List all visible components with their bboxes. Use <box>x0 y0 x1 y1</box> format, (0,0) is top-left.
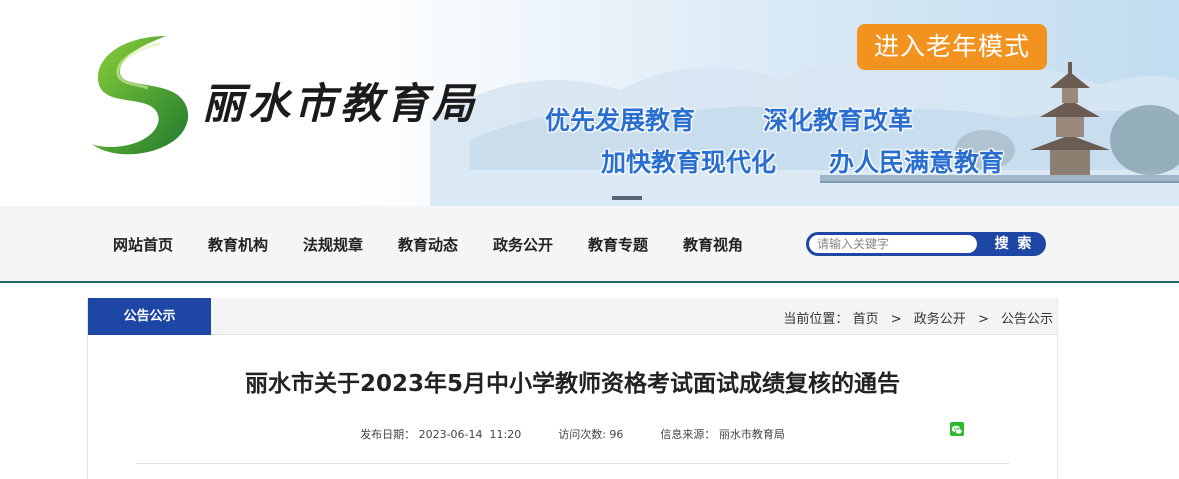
breadcrumb-prefix: 当前位置： <box>783 312 849 327</box>
article-title: 丽水市关于2023年5月中小学教师资格考试面试成绩复核的通告 <box>244 371 901 397</box>
visits-count: 96 <box>609 428 624 441</box>
breadcrumb-item-announcements[interactable]: 公告公示 <box>1001 312 1053 327</box>
slogan-4: 办人民满意教育 <box>829 148 1005 177</box>
source-label: 信息来源： <box>660 428 716 441</box>
search-button[interactable]: 搜 索 <box>982 232 1046 256</box>
breadcrumb-separator: > <box>890 312 902 327</box>
panel-header: 公告公示 当前位置： 首页 > 政务公开 > 公告公示 <box>88 298 1057 335</box>
slogan-2: 深化教育改革 <box>763 106 914 135</box>
swirl-logo-icon <box>88 32 200 160</box>
elder-mode-button[interactable]: 进入老年模式 <box>857 24 1047 70</box>
slogan-1: 优先发展教育 <box>545 106 696 135</box>
publish-date: 2023-06-14 11:20 <box>418 428 522 441</box>
nav-item-news[interactable]: 教育动态 <box>398 234 458 255</box>
nav-item-regulations[interactable]: 法规规章 <box>303 234 363 255</box>
breadcrumb-separator: > <box>977 312 989 327</box>
nav-item-perspective[interactable]: 教育视角 <box>683 234 743 255</box>
wechat-icon[interactable] <box>950 422 964 436</box>
visits-label: 访问次数: <box>558 428 606 441</box>
content-divider <box>136 463 1009 464</box>
nav-item-home[interactable]: 网站首页 <box>113 234 173 255</box>
article-meta: 发布日期： 2023-06-14 11:20 访问次数: 96 信息来源： 丽水… <box>88 426 1057 442</box>
section-tab[interactable]: 公告公示 <box>88 298 211 335</box>
publish-date-label: 发布日期： <box>360 428 416 441</box>
header-banner: 丽水市教育局 进入老年模式 优先发展教育 深化教育改革 加快教育现代化 办人民满… <box>0 0 1179 206</box>
site-name: 丽水市教育局 <box>202 79 479 128</box>
search-box: 搜 索 <box>806 232 1046 256</box>
breadcrumb: 当前位置： 首页 > 政务公开 > 公告公示 <box>783 308 1053 327</box>
nav-item-government-affairs[interactable]: 政务公开 <box>493 234 553 255</box>
content-panel: 公告公示 当前位置： 首页 > 政务公开 > 公告公示 丽水市关于2023年5月… <box>87 298 1058 479</box>
slogan-3: 加快教育现代化 <box>601 148 777 177</box>
source-value: 丽水市教育局 <box>718 428 785 441</box>
breadcrumb-item-government-affairs[interactable]: 政务公开 <box>914 312 966 327</box>
breadcrumb-item-home[interactable]: 首页 <box>853 312 879 327</box>
nav-item-topics[interactable]: 教育专题 <box>588 234 648 255</box>
nav-item-institutions[interactable]: 教育机构 <box>208 234 268 255</box>
main-nav: 网站首页 教育机构 法规规章 教育动态 政务公开 教育专题 教育视角 搜 索 <box>0 206 1179 283</box>
search-input[interactable] <box>809 235 977 253</box>
